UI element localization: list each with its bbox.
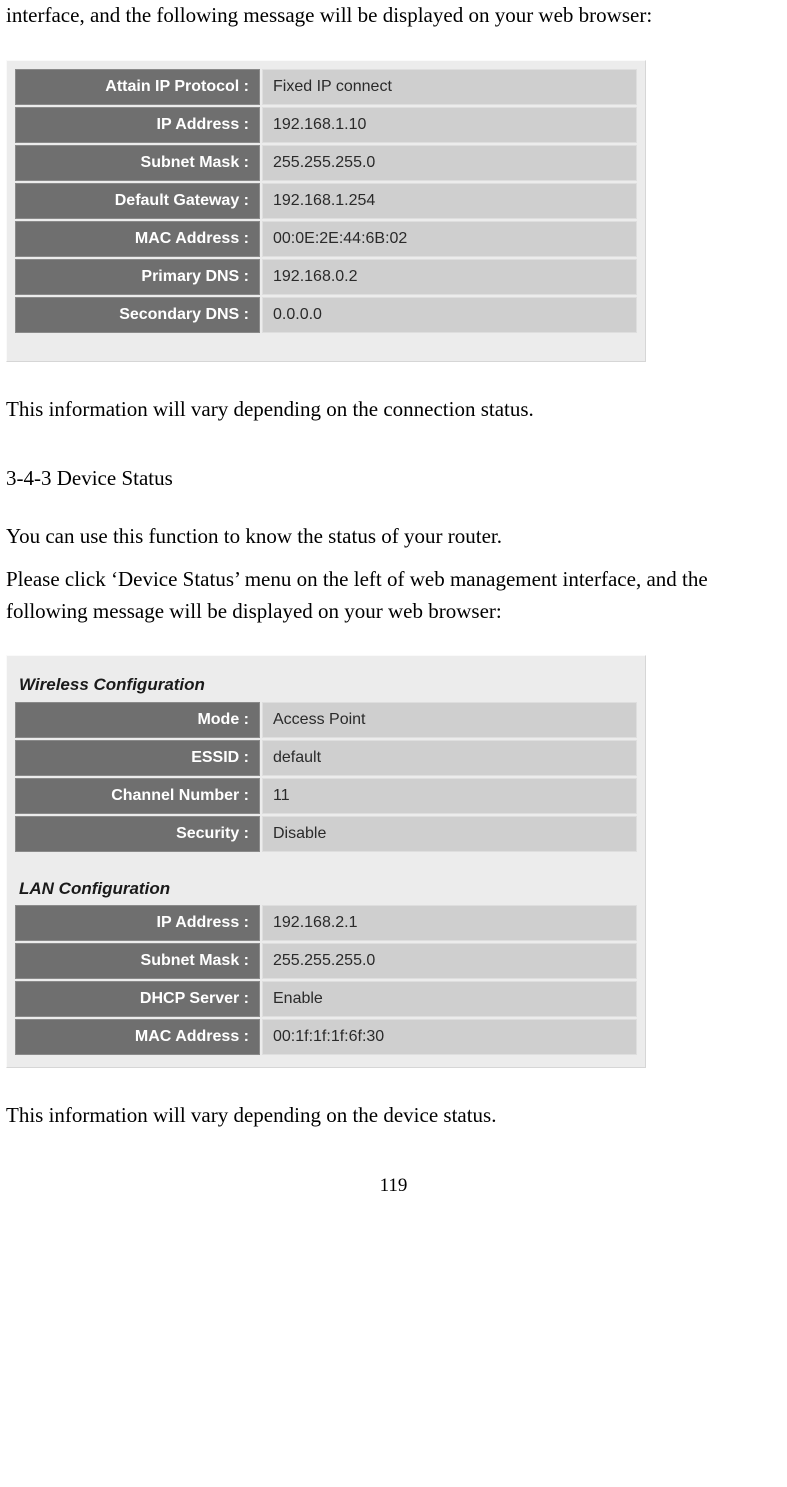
field-value: Access Point xyxy=(262,702,637,738)
device-status-intro: You can use this function to know the st… xyxy=(6,521,781,553)
field-value: 00:0E:2E:44:6B:02 xyxy=(262,221,637,257)
table-row: DHCP Server : Enable xyxy=(15,981,637,1017)
field-label: Primary DNS : xyxy=(15,259,260,295)
device-status-panel: Wireless Configuration Mode : Access Poi… xyxy=(6,655,646,1068)
table-row: Attain IP Protocol : Fixed IP connect xyxy=(15,69,637,105)
note-device-status: This information will vary depending on … xyxy=(6,1100,781,1132)
field-label: Subnet Mask : xyxy=(15,145,260,181)
field-value: 255.255.255.0 xyxy=(262,943,637,979)
table-row: Secondary DNS : 0.0.0.0 xyxy=(15,297,637,333)
lan-config-table: IP Address : 192.168.2.1 Subnet Mask : 2… xyxy=(13,903,639,1057)
field-label: DHCP Server : xyxy=(15,981,260,1017)
field-value: 00:1f:1f:1f:6f:30 xyxy=(262,1019,637,1055)
note-connection-status: This information will vary depending on … xyxy=(6,394,781,426)
table-row: Primary DNS : 192.168.0.2 xyxy=(15,259,637,295)
wireless-config-table: Mode : Access Point ESSID : default Chan… xyxy=(13,700,639,854)
table-row: MAC Address : 00:0E:2E:44:6B:02 xyxy=(15,221,637,257)
field-label: Channel Number : xyxy=(15,778,260,814)
ip-status-panel: Attain IP Protocol : Fixed IP connect IP… xyxy=(6,60,646,362)
field-label: Attain IP Protocol : xyxy=(15,69,260,105)
wireless-config-heading: Wireless Configuration xyxy=(13,662,639,700)
field-value: 11 xyxy=(262,778,637,814)
table-row: Channel Number : 11 xyxy=(15,778,637,814)
field-label: IP Address : xyxy=(15,107,260,143)
table-row: MAC Address : 00:1f:1f:1f:6f:30 xyxy=(15,1019,637,1055)
section-title-device-status: 3-4-3 Device Status xyxy=(6,463,781,495)
table-row: IP Address : 192.168.2.1 xyxy=(15,905,637,941)
table-row: IP Address : 192.168.1.10 xyxy=(15,107,637,143)
page-number: 119 xyxy=(6,1172,781,1201)
lan-config-heading: LAN Configuration xyxy=(13,854,639,904)
field-value: Enable xyxy=(262,981,637,1017)
field-label: ESSID : xyxy=(15,740,260,776)
field-label: Subnet Mask : xyxy=(15,943,260,979)
intro-paragraph-continued: interface, and the following message wil… xyxy=(6,0,781,32)
field-label: Security : xyxy=(15,816,260,852)
field-value: 192.168.1.254 xyxy=(262,183,637,219)
table-row: ESSID : default xyxy=(15,740,637,776)
field-value: 0.0.0.0 xyxy=(262,297,637,333)
field-label: Secondary DNS : xyxy=(15,297,260,333)
wireless-tbody: Mode : Access Point ESSID : default Chan… xyxy=(15,702,637,852)
ip-status-table: Attain IP Protocol : Fixed IP connect IP… xyxy=(13,67,639,335)
ip-status-tbody: Attain IP Protocol : Fixed IP connect IP… xyxy=(15,69,637,333)
field-label: MAC Address : xyxy=(15,1019,260,1055)
field-value: default xyxy=(262,740,637,776)
device-status-instruction: Please click ‘Device Status’ menu on the… xyxy=(6,564,781,627)
field-label: MAC Address : xyxy=(15,221,260,257)
field-value: 192.168.0.2 xyxy=(262,259,637,295)
field-value: Fixed IP connect xyxy=(262,69,637,105)
field-value: 192.168.1.10 xyxy=(262,107,637,143)
table-row: Default Gateway : 192.168.1.254 xyxy=(15,183,637,219)
table-row: Security : Disable xyxy=(15,816,637,852)
field-value: 192.168.2.1 xyxy=(262,905,637,941)
field-value: Disable xyxy=(262,816,637,852)
field-value: 255.255.255.0 xyxy=(262,145,637,181)
field-label: Default Gateway : xyxy=(15,183,260,219)
field-label: IP Address : xyxy=(15,905,260,941)
table-row: Mode : Access Point xyxy=(15,702,637,738)
field-label: Mode : xyxy=(15,702,260,738)
table-row: Subnet Mask : 255.255.255.0 xyxy=(15,943,637,979)
table-row: Subnet Mask : 255.255.255.0 xyxy=(15,145,637,181)
lan-tbody: IP Address : 192.168.2.1 Subnet Mask : 2… xyxy=(15,905,637,1055)
